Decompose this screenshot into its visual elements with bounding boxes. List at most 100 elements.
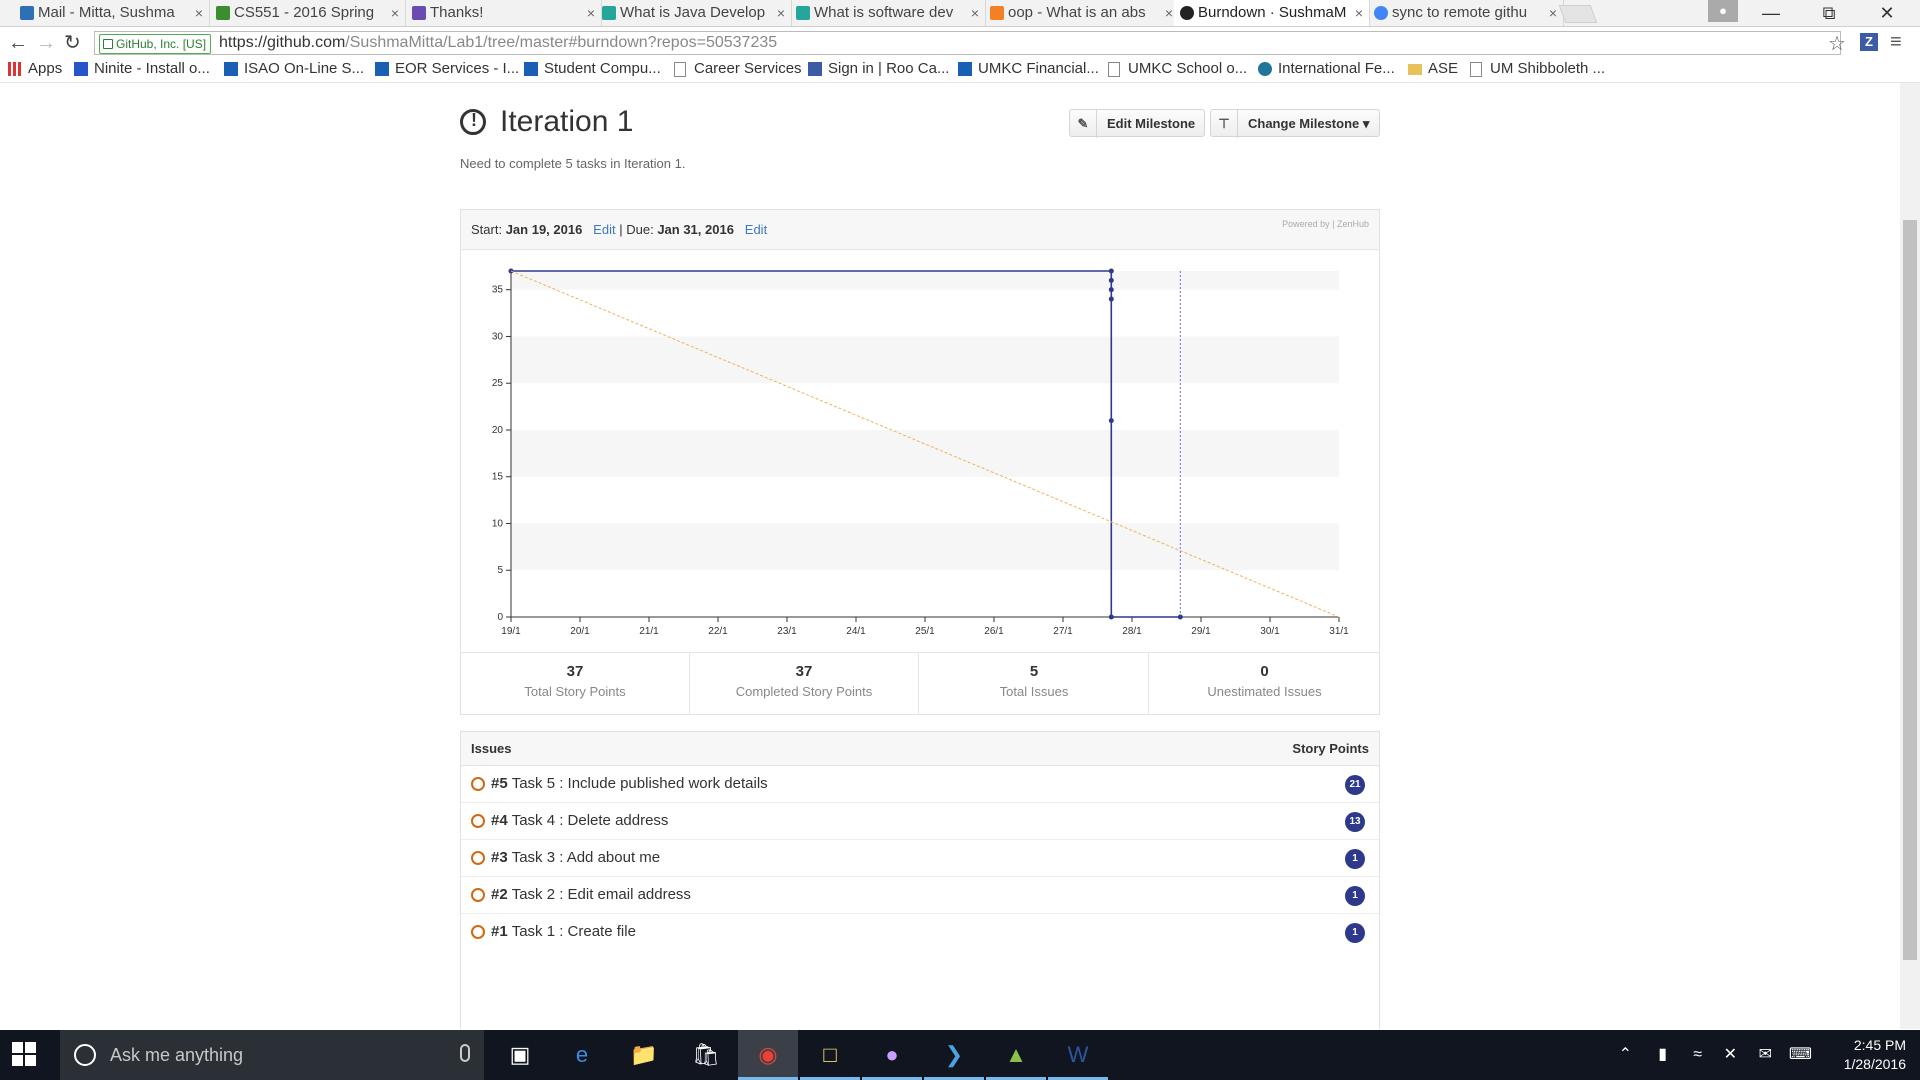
edit-milestone-button[interactable]: ✎ Edit Milestone (1069, 109, 1205, 138)
bookmark-umkc-school[interactable]: UMKC School o... (1108, 56, 1247, 82)
issue-row[interactable]: #2 Task 2 : Edit email address 1 (461, 877, 1379, 914)
edge-icon[interactable]: e (552, 1030, 612, 1080)
bookmark-star-icon[interactable]: ☆ (1828, 31, 1846, 56)
powershell-icon[interactable]: ❯ (924, 1030, 984, 1080)
github-desktop-icon[interactable]: ● (862, 1030, 922, 1080)
restore-icon[interactable]: ⧉ (1804, 0, 1854, 26)
window-close-icon[interactable]: ✕ (1862, 0, 1912, 26)
microphone-icon[interactable] (460, 1044, 470, 1062)
back-icon[interactable]: ← (8, 32, 28, 54)
edit-start-link[interactable]: Edit (593, 222, 615, 237)
windows-taskbar: Ask me anything ▣ e 📁 🛍 ◉ □ ● ❯ ▲ W ⌃ ▮ … (0, 1030, 1920, 1080)
edit-milestone-label: Edit Milestone (1107, 116, 1196, 131)
scrollbar-thumb[interactable] (1903, 220, 1917, 960)
tab-software-dev[interactable]: What is software dev × (790, 0, 986, 26)
x-tick-label: 20/1 (570, 626, 590, 637)
issue-number[interactable]: #3 (491, 849, 508, 866)
tab-oop[interactable]: oop - What is an abs × (984, 0, 1180, 26)
keyboard-icon[interactable]: ⌨ (1789, 1030, 1812, 1080)
stat-value: 37 (566, 663, 584, 680)
bookmark-um-shibboleth[interactable]: UM Shibboleth ... (1470, 56, 1605, 82)
close-icon[interactable]: × (1165, 0, 1173, 26)
milestone-dates: Start: Jan 19, 2016 Edit | Due: Jan 31, … (461, 210, 1379, 250)
bookmark-career-services[interactable]: Career Services (674, 56, 802, 82)
url-input[interactable]: GitHub, Inc. [US] https://github.com/Sus… (94, 31, 1841, 55)
y-tick-label: 5 (497, 565, 503, 576)
tab-mail[interactable]: Mail - Mitta, Sushma × (14, 0, 210, 26)
change-milestone-label: Change Milestone ▾ (1248, 116, 1370, 131)
wifi-icon[interactable]: ≈ (1693, 1030, 1702, 1080)
close-icon[interactable]: × (971, 0, 979, 26)
action-center-icon[interactable]: ✉ (1759, 1030, 1772, 1080)
secure-badge[interactable]: GitHub, Inc. [US] (99, 34, 212, 54)
bookmark-eor[interactable]: EOR Services - I... (375, 56, 519, 82)
data-point (1108, 268, 1114, 274)
tab-burndown[interactable]: Burndown · SushmaM × (1174, 0, 1370, 26)
word-icon[interactable]: W (1048, 1030, 1108, 1080)
tab-java-developer[interactable]: What is Java Develop × (596, 0, 792, 26)
issue-title[interactable]: Task 1 : Create file (512, 923, 636, 940)
bookmark-label: UM Shibboleth ... (1490, 60, 1606, 77)
cortana-icon (74, 1044, 96, 1066)
forward-icon[interactable]: → (36, 32, 56, 54)
close-icon[interactable]: × (1549, 0, 1557, 26)
volume-muted-icon[interactable]: ✕ (1724, 1030, 1737, 1080)
tab-label: CS551 - 2016 Spring (234, 4, 375, 21)
sticky-folder-icon[interactable]: □ (800, 1030, 860, 1080)
close-icon[interactable]: × (391, 0, 399, 26)
close-icon[interactable]: × (1355, 0, 1363, 26)
bookmark-roo-canvas[interactable]: Sign in | Roo Ca... (808, 56, 949, 82)
profile-icon[interactable]: ● (1708, 0, 1738, 22)
close-icon[interactable]: × (587, 0, 595, 26)
file-explorer-icon[interactable]: 📁 (614, 1030, 674, 1080)
issue-title[interactable]: Task 3 : Add about me (512, 849, 660, 866)
edit-due-link[interactable]: Edit (745, 222, 767, 237)
issue-number[interactable]: #5 (491, 775, 508, 792)
battery-icon[interactable]: ▮ (1658, 1030, 1667, 1080)
issue-number[interactable]: #4 (491, 812, 508, 829)
change-milestone-button[interactable]: ⊤ Change Milestone ▾ (1210, 109, 1380, 138)
story-points-header: Story Points (1292, 741, 1369, 756)
close-icon[interactable]: × (195, 0, 203, 26)
browser-tab-bar: Mail - Mitta, Sushma × CS551 - 2016 Spri… (0, 0, 1920, 27)
bookmark-label: UMKC Financial... (978, 60, 1099, 77)
windows-start-icon[interactable] (12, 1042, 36, 1066)
minimize-icon[interactable]: — (1746, 0, 1796, 26)
close-icon[interactable]: × (777, 0, 785, 26)
tray-chevron-icon[interactable]: ⌃ (1619, 1030, 1632, 1080)
issue-title[interactable]: Task 2 : Edit email address (512, 886, 691, 903)
bookmark-apps[interactable]: Apps (8, 56, 62, 82)
issue-row[interactable]: #4 Task 4 : Delete address 13 (461, 803, 1379, 840)
menu-icon[interactable]: ≡ (1890, 31, 1902, 54)
story-points-badge: 1 (1345, 849, 1365, 869)
issue-number[interactable]: #2 (491, 886, 508, 903)
tab-sync-remote[interactable]: sync to remote githu × (1368, 0, 1564, 26)
store-icon[interactable]: 🛍 (676, 1030, 736, 1080)
bookmarks-bar: Apps Ninite - Install o... ISAO On-Line … (0, 56, 1920, 83)
new-tab-button[interactable] (1558, 5, 1598, 23)
zenhub-extension-icon[interactable]: Z (1860, 33, 1878, 51)
issue-row[interactable]: #3 Task 3 : Add about me 1 (461, 840, 1379, 877)
system-clock[interactable]: 2:45 PM 1/28/2016 (1844, 1036, 1906, 1074)
tab-cs551[interactable]: CS551 - 2016 Spring × (210, 0, 406, 26)
issue-row[interactable]: #1 Task 1 : Create file 1 (461, 914, 1379, 951)
tab-thanks[interactable]: Thanks! × (406, 0, 602, 26)
bookmark-ase-folder[interactable]: ASE (1408, 56, 1458, 82)
bookmark-ninite[interactable]: Ninite - Install o... (74, 56, 210, 82)
bookmark-isao[interactable]: ISAO On-Line S... (224, 56, 364, 82)
issue-title[interactable]: Task 5 : Include published work details (512, 775, 768, 792)
bookmark-international-fees[interactable]: International Fe... (1258, 56, 1395, 82)
stackoverflow-icon (990, 6, 1004, 20)
cortana-search-box[interactable]: Ask me anything (60, 1030, 484, 1080)
reload-icon[interactable]: ↻ (64, 32, 81, 54)
android-studio-icon[interactable]: ▲ (986, 1030, 1046, 1080)
bookmark-umkc-financial[interactable]: UMKC Financial... (958, 56, 1099, 82)
issue-number[interactable]: #1 (491, 923, 508, 940)
issue-row[interactable]: #5 Task 5 : Include published work detail… (461, 766, 1379, 803)
page-scrollbar[interactable] (1900, 83, 1920, 1029)
powered-by-zenhub[interactable]: Powered by | ZenHub (1282, 210, 1369, 238)
chrome-icon[interactable]: ◉ (738, 1030, 798, 1080)
task-view-icon[interactable]: ▣ (490, 1030, 550, 1080)
issue-title[interactable]: Task 4 : Delete address (512, 812, 669, 829)
bookmark-student-computing[interactable]: Student Compu... (524, 56, 661, 82)
